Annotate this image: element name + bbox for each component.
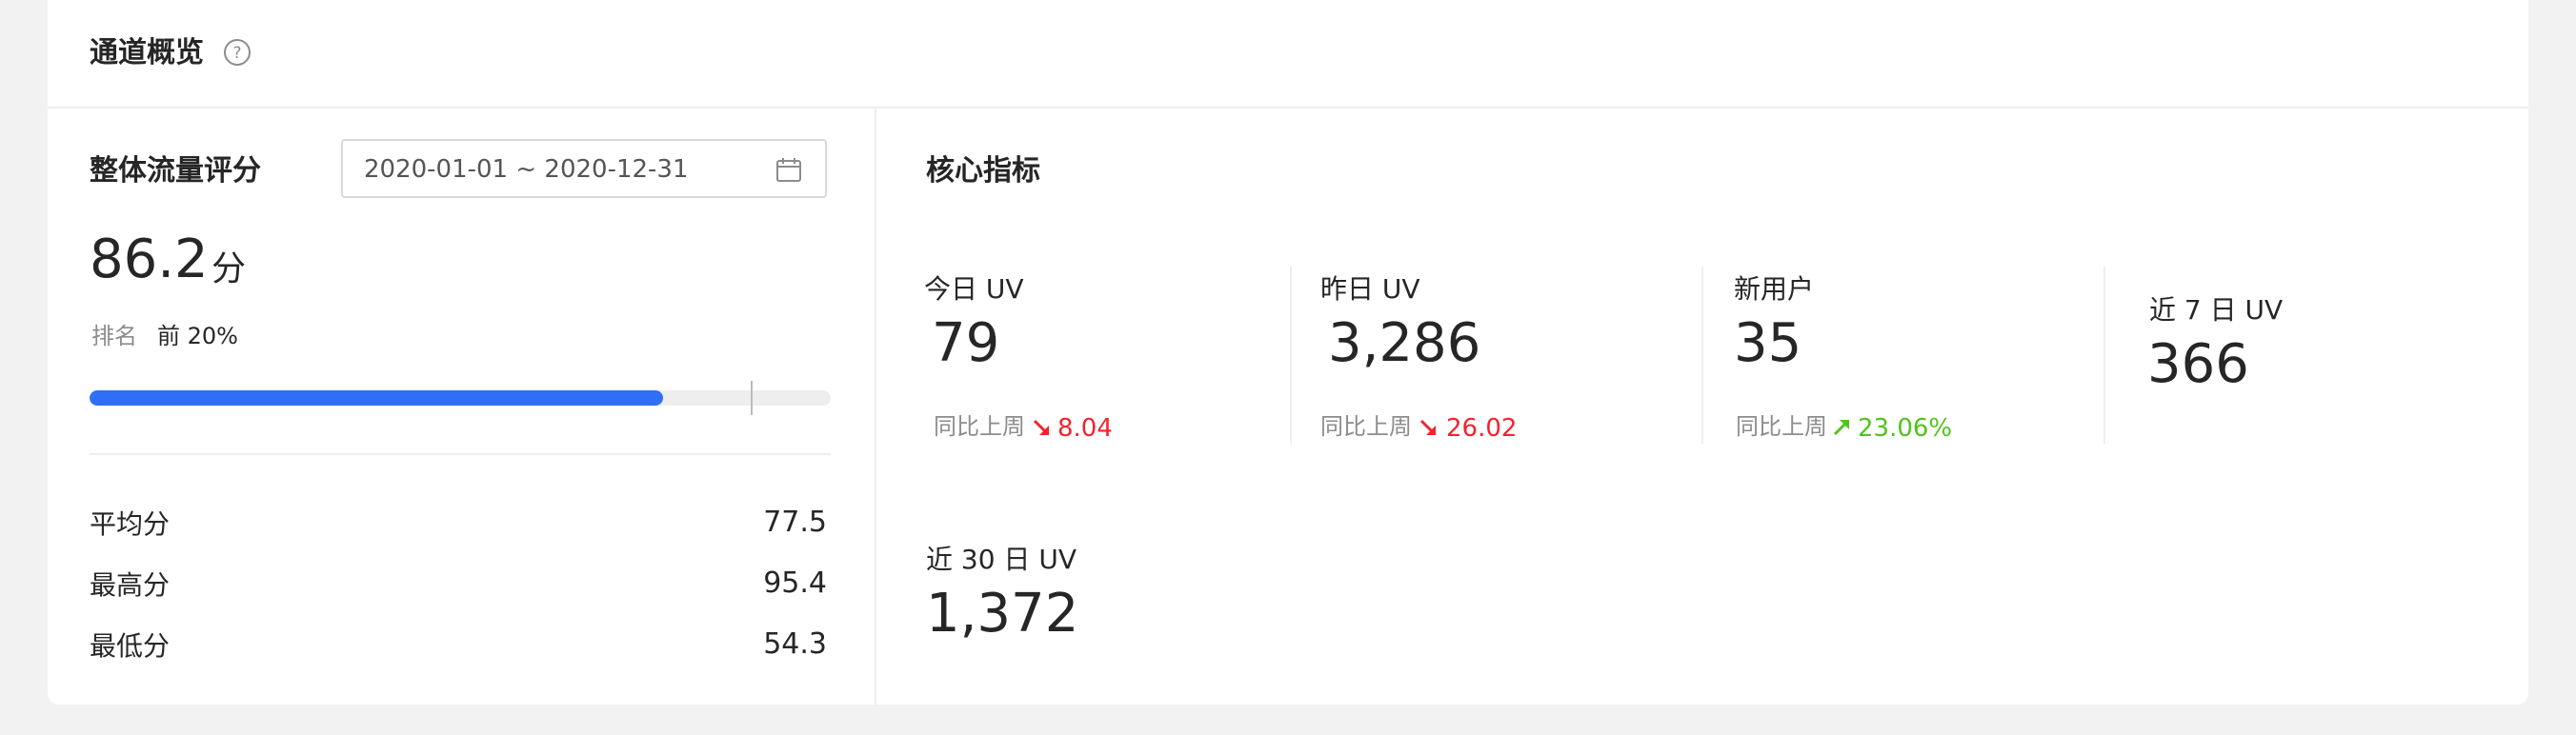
svg-text:?: ? — [232, 44, 241, 63]
calendar-icon[interactable] — [775, 156, 802, 183]
metric-label-7day-uv: 近 7 日 UV — [2149, 294, 2284, 326]
card-title: 通道概览 — [90, 36, 204, 70]
metric-value-today-uv: 79 — [932, 312, 1000, 374]
score-unit: 分 — [211, 249, 247, 288]
card-header: 通道概览 ? — [48, 0, 2528, 109]
metric-column-divider — [1701, 267, 1703, 444]
panel-divider — [875, 109, 876, 705]
metric-label-30day-uv: 近 30 日 UV — [926, 544, 1077, 575]
progress-marker — [751, 381, 753, 415]
trend-value-new-users: 23.06% — [1858, 414, 1953, 443]
trend-value-today-uv: 8.04 — [1057, 414, 1113, 443]
date-range-value: 2020-01-01 ~ 2020-12-31 — [364, 155, 689, 184]
metrics-panel-title: 核心指标 — [926, 154, 1040, 188]
stat-label-average: 平均分 — [90, 508, 171, 540]
compare-label-new-users: 同比上周 — [1736, 413, 1827, 440]
stat-value-max: 95.4 — [763, 566, 827, 600]
metric-value-yesterday-uv: 3,286 — [1328, 312, 1481, 374]
stat-value-average: 77.5 — [763, 506, 827, 539]
metric-label-new-users: 新用户 — [1734, 273, 1815, 305]
channel-overview-card: 通道概览 ? 整体流量评分 2020-01-01 ~ 2020-12-31 86… — [48, 0, 2528, 705]
compare-label-today-uv: 同比上周 — [934, 413, 1025, 440]
metric-label-yesterday-uv: 昨日 UV — [1320, 273, 1420, 305]
question-circle-icon[interactable]: ? — [223, 38, 252, 67]
score-progress-fill — [90, 390, 664, 406]
metric-column-divider — [1290, 267, 1292, 444]
stat-label-max: 最高分 — [90, 569, 171, 601]
rank-label: 排名 — [91, 323, 137, 349]
metric-value-new-users: 35 — [1734, 312, 1802, 374]
compare-label-yesterday-uv: 同比上周 — [1320, 413, 1412, 440]
metric-label-today-uv: 今日 UV — [924, 273, 1024, 305]
stats-divider — [90, 453, 831, 455]
stat-value-min: 54.3 — [763, 627, 827, 661]
metric-value-7day-uv: 366 — [2147, 333, 2249, 395]
metric-column-divider — [2103, 267, 2105, 444]
metric-value-30day-uv: 1,372 — [926, 583, 1079, 645]
score-progress-bar — [90, 390, 831, 406]
stat-label-min: 最低分 — [90, 630, 171, 662]
arrow-down-right-icon — [1033, 419, 1049, 435]
trend-value-yesterday-uv: 26.02 — [1446, 414, 1518, 443]
rank-value: 前 20% — [157, 323, 238, 349]
arrow-down-right-icon — [1419, 419, 1436, 435]
date-range-picker[interactable]: 2020-01-01 ~ 2020-12-31 — [341, 139, 827, 198]
arrow-up-right-icon — [1833, 420, 1849, 436]
score-panel-title: 整体流量评分 — [90, 154, 261, 188]
overall-score: 86.2 — [90, 228, 209, 290]
